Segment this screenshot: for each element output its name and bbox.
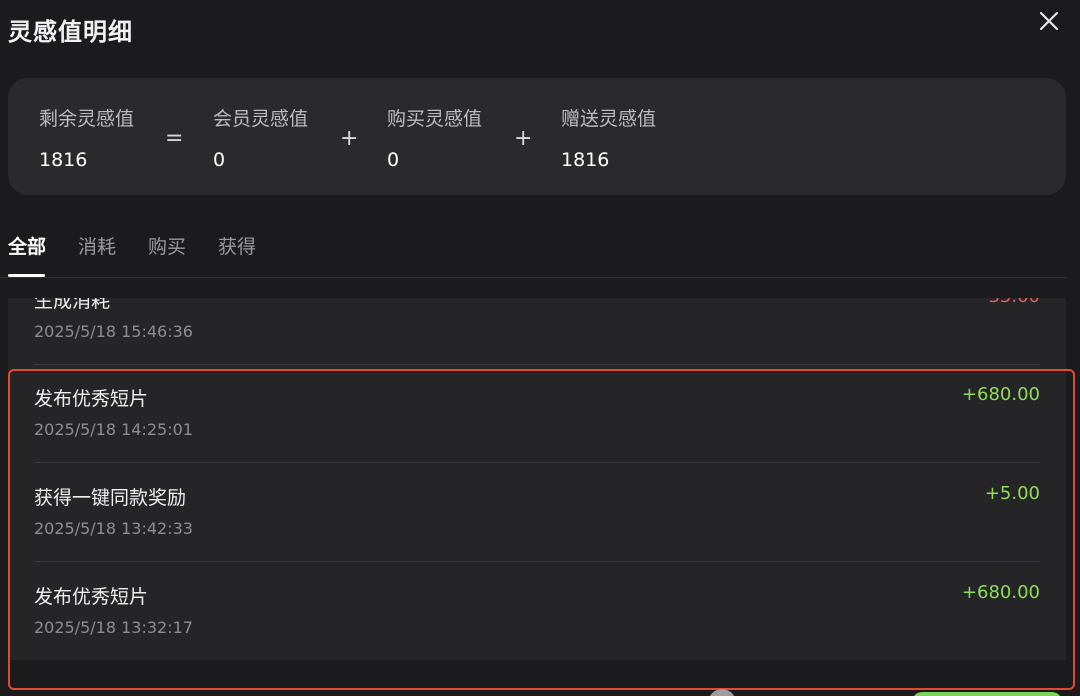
transaction-amount: −35.00 xyxy=(973,298,1040,307)
transaction-amount: +5.00 xyxy=(984,483,1040,504)
summary-purchased-label: 购买灵感值 xyxy=(387,108,483,130)
summary-gifted-value: 1816 xyxy=(561,149,610,171)
transaction-name: 获得一键同款奖励 xyxy=(34,487,187,509)
active-tab-indicator xyxy=(8,274,45,277)
transaction-time: 2025/5/18 13:42:33 xyxy=(34,519,193,538)
tab-all[interactable]: 全部 xyxy=(8,232,46,259)
tab-consume[interactable]: 消耗 xyxy=(78,232,116,259)
transaction-list[interactable]: 生成消耗 2025/5/18 15:46:36 −35.00 发布优秀短片 20… xyxy=(8,298,1066,660)
transaction-row[interactable]: 生成消耗 2025/5/18 15:46:36 −35.00 xyxy=(34,298,1040,365)
transaction-time: 2025/5/18 14:25:01 xyxy=(34,420,193,439)
equals-sign: = xyxy=(165,126,184,151)
plus-sign: + xyxy=(340,126,359,151)
summary-purchased: 购买灵感值 0 xyxy=(387,104,482,171)
transaction-time: 2025/5/18 15:46:36 xyxy=(34,322,193,341)
transaction-amount: +680.00 xyxy=(961,582,1040,603)
plus-sign: + xyxy=(514,126,533,151)
summary-remaining-label: 剩余灵感值 xyxy=(39,108,135,130)
page-title: 灵感值明细 xyxy=(8,18,133,46)
transaction-time: 2025/5/18 13:32:17 xyxy=(34,618,193,637)
transaction-name: 发布优秀短片 xyxy=(34,586,149,608)
summary-member-label: 会员灵感值 xyxy=(213,108,309,130)
action-button[interactable] xyxy=(912,692,1062,696)
summary-gifted: 赠送灵感值 1816 xyxy=(561,104,656,171)
balance-summary-card: 剩余灵感值 1816 = 会员灵感值 0 + 购买灵感值 0 + 赠送灵感值 1… xyxy=(8,78,1066,195)
summary-purchased-value: 0 xyxy=(387,149,400,171)
avatar xyxy=(708,689,736,696)
summary-member-value: 0 xyxy=(213,149,226,171)
close-icon xyxy=(1039,11,1059,31)
summary-remaining: 剩余灵感值 1816 xyxy=(39,104,134,171)
summary-member: 会员灵感值 0 xyxy=(213,104,308,171)
tab-purchase[interactable]: 购买 xyxy=(148,232,186,259)
transaction-row[interactable]: 发布优秀短片 2025/5/18 13:32:17 +680.00 xyxy=(34,562,1040,660)
transaction-name: 生成消耗 xyxy=(34,298,111,312)
transaction-row[interactable]: 获得一键同款奖励 2025/5/18 13:42:33 +5.00 xyxy=(34,463,1040,562)
transaction-amount: +680.00 xyxy=(961,384,1040,405)
filter-tabs: 全部 消耗 购买 获得 xyxy=(0,228,1067,278)
inspiration-detail-panel: 灵感值明细 剩余灵感值 1816 = 会员灵感值 0 + 购买灵感值 0 + 赠… xyxy=(0,0,1080,696)
tab-earn[interactable]: 获得 xyxy=(218,232,256,259)
summary-remaining-value: 1816 xyxy=(39,149,88,171)
summary-gifted-label: 赠送灵感值 xyxy=(561,108,657,130)
transaction-row[interactable]: 发布优秀短片 2025/5/18 14:25:01 +680.00 xyxy=(34,364,1040,463)
close-button[interactable] xyxy=(1034,6,1064,36)
transaction-name: 发布优秀短片 xyxy=(34,388,149,410)
